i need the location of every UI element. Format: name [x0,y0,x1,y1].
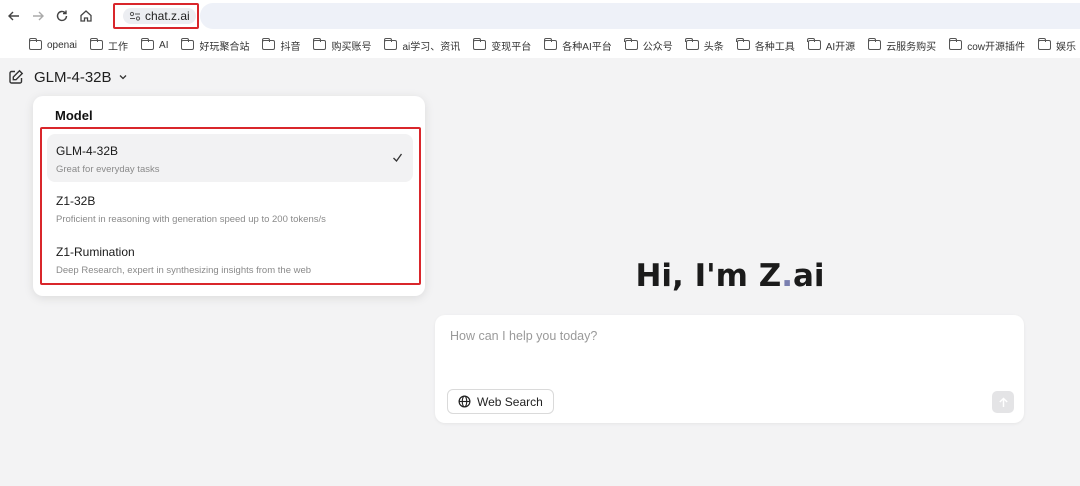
forward-arrow-icon[interactable] [26,4,50,28]
bookmark-folder[interactable]: 变现平台 [472,38,532,53]
folder-icon [181,38,195,50]
bookmark-label: openai [47,39,78,51]
bookmark-label: 公众号 [642,41,673,53]
reload-icon[interactable] [50,4,74,28]
web-search-button[interactable]: Web Search [447,389,554,414]
bookmark-folder[interactable]: cow开源插件 [948,38,1025,53]
greeting-dot: . [781,258,793,294]
browser-toolbar: chat.z.ai [0,0,1080,32]
bookmark-folder[interactable]: 头条 [685,38,724,53]
folder-icon [384,38,398,50]
site-settings-icon[interactable] [129,10,141,22]
home-icon[interactable] [74,4,98,28]
model-selector[interactable]: GLM-4-32B [34,69,128,86]
model-option-z1-rumination[interactable]: Z1-Rumination Deep Research, expert in s… [47,235,413,283]
option-name: Z1-Rumination [56,245,135,259]
folder-icon [472,38,487,50]
folder-icon [948,38,963,50]
folder-icon [28,38,42,50]
bookmark-label: cow开源插件 [967,41,1025,53]
bookmark-label: 购买账号 [331,41,372,53]
option-name: Z1-32B [56,194,96,208]
app-header: GLM-4-32B [0,58,1080,96]
greeting-heading: Hi, I'm Z.ai [560,258,900,294]
folder-icon [313,38,327,50]
bookmark-label: ai学习、资讯 [402,41,461,53]
model-dropdown: Model GLM-4-32B Great for everyday tasks… [33,96,425,296]
bookmark-folder[interactable]: 好玩聚合站 [181,38,249,53]
model-options-list: GLM-4-32B Great for everyday tasks Z1-32… [40,127,421,285]
model-option-z1-32b[interactable]: Z1-32B Proficient in reasoning with gene… [47,184,413,232]
option-name: GLM-4-32B [56,144,119,158]
bookmark-label: 变现平台 [491,41,532,53]
greeting-suffix: ai [792,258,825,294]
back-arrow-icon[interactable] [2,4,26,28]
site-info-pill[interactable]: chat.z.ai [123,8,196,24]
bookmark-folder[interactable]: 抖音 [262,38,300,53]
bookmark-label: 各种工具 [754,41,795,53]
folder-icon [89,38,104,50]
bookmark-folder[interactable]: ai学习、资讯 [384,38,460,53]
bookmark-folder[interactable]: 公众号 [624,38,673,53]
folder-icon [1037,38,1051,50]
model-option-glm-4-32b[interactable]: GLM-4-32B Great for everyday tasks [47,134,413,182]
chevron-down-icon [119,75,126,80]
option-description: Deep Research, expert in synthesizing in… [56,265,312,276]
check-icon [393,153,403,163]
bookmark-folder[interactable]: 各种工具 [736,38,795,53]
bookmark-folder[interactable]: 工作 [89,38,129,53]
chat-input-box: Web Search [435,315,1024,423]
address-bar-background [200,3,1080,29]
folder-icon [807,38,821,50]
folder-icon [543,38,558,50]
bookmarks-bar: openai 工作 AI 好玩聚合站 抖音 购买账号 ai学习、资讯 变现平台 … [0,32,1080,58]
model-selector-label: GLM-4-32B [34,68,112,86]
bookmark-folder[interactable]: 云服务购买 [867,38,937,53]
arrow-up-icon [998,397,1008,407]
bookmark-label: 抖音 [280,41,301,53]
bookmark-label: 头条 [703,41,724,53]
bookmark-label: AI开源 [825,41,856,53]
bookmark-folder[interactable]: openai [28,38,78,51]
folder-icon [140,38,155,50]
folder-icon [685,38,699,50]
bookmark-folder[interactable]: 各种AI平台 [543,38,612,53]
globe-icon [458,395,471,408]
bookmark-label: 娱乐 [1055,41,1076,53]
url-text: chat.z.ai [145,9,190,23]
chat-input[interactable] [450,325,1010,347]
folder-icon [867,38,882,50]
bookmark-folder[interactable]: 购买账号 [313,38,371,53]
folder-icon [262,38,276,50]
option-description: Proficient in reasoning with generation … [56,214,326,225]
dropdown-title: Model [55,108,93,123]
bookmark-folder[interactable]: AI [140,38,169,51]
bookmark-label: 工作 [108,41,129,53]
bookmark-label: AI [159,39,169,51]
bookmark-label: 好玩聚合站 [199,41,250,53]
folder-icon [736,38,750,50]
greeting-prefix: Hi, I'm Z [635,258,782,294]
option-description: Great for everyday tasks [56,164,160,175]
bookmark-label: 云服务购买 [886,41,937,53]
web-search-label: Web Search [477,394,543,409]
new-chat-edit-icon[interactable] [8,69,24,85]
address-bar[interactable]: chat.z.ai [113,3,199,29]
send-button[interactable] [992,391,1014,413]
folder-icon [624,38,638,50]
bookmark-folder[interactable]: AI开源 [807,38,856,53]
bookmark-folder[interactable]: 娱乐 [1037,38,1076,53]
bookmark-label: 各种AI平台 [562,41,612,53]
